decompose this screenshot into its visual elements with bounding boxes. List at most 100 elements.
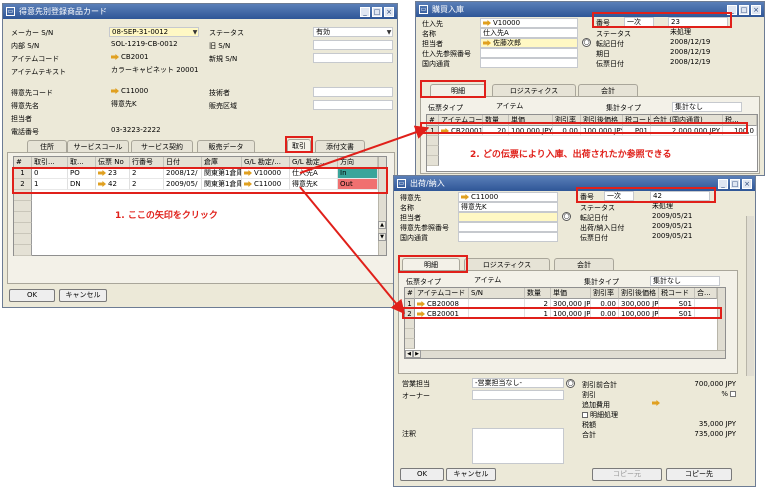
field-value[interactable]: C11000	[458, 192, 558, 202]
scroll-right-button[interactable]: ▶	[413, 350, 421, 358]
window-vscroll[interactable]	[746, 216, 754, 376]
column-header[interactable]: 数量	[525, 288, 551, 299]
row-number[interactable]	[427, 156, 439, 166]
checkbox[interactable]	[582, 412, 588, 418]
field-value[interactable]: 得意先K	[458, 202, 558, 212]
row-number[interactable]	[14, 223, 32, 234]
field-value[interactable]: 未処理	[668, 28, 738, 38]
row-number[interactable]	[405, 319, 415, 329]
scroll-left-button[interactable]: ◀	[405, 350, 413, 358]
cancel-button[interactable]: キャンセル	[59, 289, 107, 302]
link-arrow-icon[interactable]	[483, 40, 491, 46]
owner-field[interactable]	[472, 390, 564, 400]
field-value[interactable]	[458, 222, 558, 232]
column-header[interactable]: 単価	[551, 288, 591, 299]
discount-amount-box[interactable]	[730, 391, 736, 397]
field-value[interactable]: 2009/05/21	[650, 212, 720, 222]
cancel-button[interactable]: キャンセル	[446, 468, 496, 481]
field-value[interactable]: 2008/12/19	[668, 48, 738, 58]
copy-from-button[interactable]: コピー元	[592, 468, 662, 481]
field-value[interactable]: 仕入先A	[480, 28, 578, 38]
field-value[interactable]: 佐藤次郎	[480, 38, 578, 48]
field-value[interactable]: 有効	[313, 27, 393, 37]
row-number[interactable]	[405, 339, 415, 349]
link-arrow-icon[interactable]	[652, 400, 660, 406]
field-value[interactable]: 2009/05/21	[650, 222, 720, 232]
field-value[interactable]	[480, 48, 578, 58]
minimize-button[interactable]: _	[360, 6, 370, 17]
link-arrow-icon[interactable]	[483, 20, 491, 26]
row-number[interactable]	[14, 234, 32, 245]
close-button[interactable]: ×	[384, 6, 394, 17]
field-value[interactable]: SOL-1219-CB-0012	[109, 40, 199, 50]
field-value[interactable]: 03-3223-2222	[109, 126, 199, 136]
totals-value[interactable]: %	[652, 390, 736, 398]
field-value[interactable]	[313, 87, 393, 97]
row-number[interactable]	[427, 136, 439, 146]
scroll-down-button[interactable]: ▼	[378, 233, 386, 241]
column-header[interactable]: 割引率	[591, 288, 619, 299]
ok-button[interactable]: OK	[9, 289, 55, 302]
link-arrow-icon[interactable]	[111, 54, 119, 60]
grid-hscroll[interactable]: ◀ ▶	[405, 350, 725, 358]
scroll-up-button[interactable]: ▲	[378, 221, 386, 229]
field-value[interactable]: 08-SEP-31-0012	[109, 27, 199, 37]
field-value[interactable]: 2008/12/19	[668, 38, 738, 48]
copy-to-button[interactable]: コピー先	[666, 468, 732, 481]
field-value[interactable]: V10000	[480, 18, 578, 28]
field-value[interactable]	[480, 58, 578, 68]
column-header[interactable]: アイテムコード	[415, 288, 469, 299]
field-value[interactable]	[313, 100, 393, 110]
sales-employee-select[interactable]: -営業担当なし-	[472, 378, 564, 388]
row-number[interactable]	[427, 146, 439, 156]
close-button[interactable]: ×	[742, 178, 752, 189]
field-value[interactable]	[458, 232, 558, 242]
field-value[interactable]: 2009/05/21	[650, 232, 720, 242]
field-value[interactable]	[109, 113, 199, 123]
column-header[interactable]: 割引後価格	[619, 288, 659, 299]
maximize-button[interactable]: □	[372, 6, 382, 17]
chevron-down-icon[interactable]: ▼	[385, 28, 393, 37]
field-value[interactable]: 2008/12/19	[668, 58, 738, 68]
summary-type-select[interactable]: 集計なし	[650, 276, 720, 286]
field-text: 仕入先A	[483, 29, 509, 37]
field-value[interactable]: 得意先K	[109, 100, 199, 110]
close-button[interactable]: ×	[751, 4, 761, 15]
field-value[interactable]: CB2001	[109, 53, 199, 63]
info-icon[interactable]: ○	[582, 38, 591, 47]
summary-type-select[interactable]: 集計なし	[672, 102, 742, 112]
doc-type-field[interactable]: アイテム	[494, 102, 554, 112]
row-number[interactable]	[405, 329, 415, 339]
info-icon[interactable]: ○	[562, 212, 571, 221]
row-number[interactable]	[14, 245, 32, 256]
summary-type-label: 集計タイプ	[584, 278, 619, 286]
remarks-field[interactable]	[472, 428, 564, 464]
ok-button[interactable]: OK	[400, 468, 444, 481]
column-header[interactable]: 税コード	[659, 288, 695, 299]
totals-value[interactable]	[652, 400, 736, 406]
field-label: メーカー S/N	[11, 29, 54, 37]
link-arrow-icon[interactable]	[111, 88, 119, 94]
minimize-button[interactable]: _	[718, 178, 728, 189]
field-text: C11000	[121, 87, 149, 95]
field-value[interactable]: C11000	[109, 87, 199, 97]
field-value[interactable]	[458, 212, 558, 222]
row-number[interactable]	[14, 201, 32, 212]
grid-vscroll[interactable]	[717, 288, 725, 350]
field-value[interactable]	[313, 53, 393, 63]
maximize-button[interactable]: □	[730, 178, 740, 189]
field-value[interactable]	[313, 40, 393, 50]
maximize-button[interactable]: □	[739, 4, 749, 15]
link-arrow-icon[interactable]	[461, 194, 469, 200]
field-label: 技術者	[209, 89, 230, 97]
doc-type-field[interactable]: アイテム	[472, 276, 532, 286]
field-value[interactable]: 未処理	[650, 202, 720, 212]
row-number[interactable]	[14, 212, 32, 223]
column-header[interactable]: S/N	[469, 288, 525, 299]
chevron-down-icon[interactable]: ▼	[191, 28, 199, 37]
field-value[interactable]: カラーキャビネット 20001	[109, 66, 199, 76]
info-icon[interactable]: ○	[566, 379, 575, 388]
column-header[interactable]: #	[405, 288, 415, 299]
column-header[interactable]: 合...	[695, 288, 717, 299]
serial-card-titlebar[interactable]: ▭ 得意先別登録商品カード _ □ ×	[3, 4, 397, 19]
